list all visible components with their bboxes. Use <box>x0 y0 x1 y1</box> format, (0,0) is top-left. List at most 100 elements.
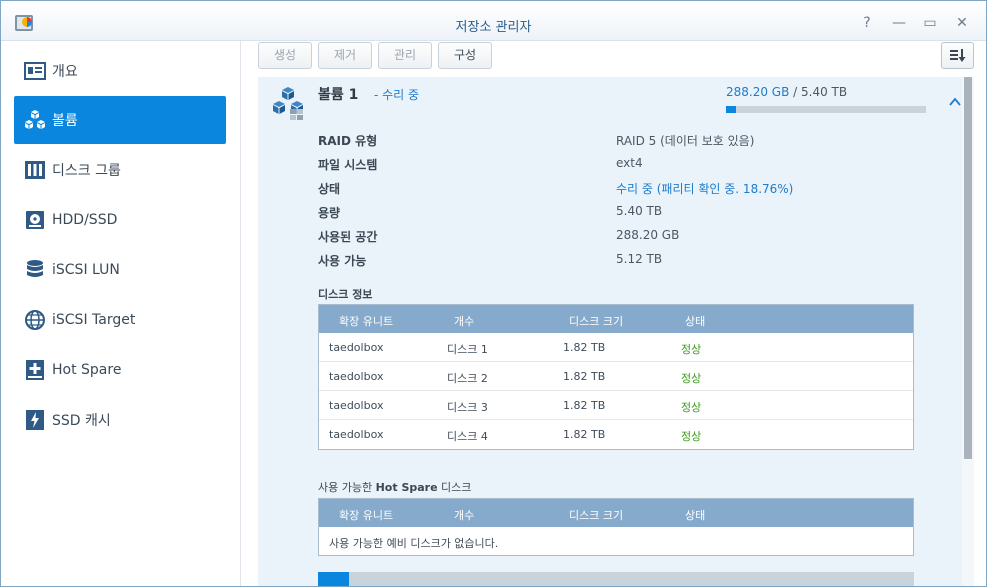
iscsi-target-icon <box>24 309 46 331</box>
volume-icon <box>273 87 303 120</box>
volume-usage-text: 288.20 GB / 5.40 TB <box>726 85 847 99</box>
cell-disk-size: 1.82 TB <box>563 399 606 412</box>
sidebar-item-hot-spare[interactable]: Hot Spare <box>14 346 226 394</box>
cell-expansion-unit: taedolbox <box>329 428 384 441</box>
cell-disk-size: 1.82 TB <box>563 428 606 441</box>
property-label-status: 상태 <box>318 182 341 196</box>
column-header[interactable]: 상태 <box>685 313 705 329</box>
table-row[interactable]: taedolbox 디스크 2 1.82 TB 정상 <box>319 362 913 391</box>
cell-status: 정상 <box>681 372 702 385</box>
minimize-icon[interactable]: — <box>891 15 907 31</box>
column-header[interactable]: 확장 유니트 <box>339 313 393 329</box>
cell-expansion-unit: taedolbox <box>329 399 384 412</box>
cell-disk: 디스크 3 <box>447 401 488 414</box>
configure-button[interactable]: 구성 <box>438 42 492 69</box>
sort-icon <box>950 49 966 62</box>
cell-disk: 디스크 1 <box>447 343 488 356</box>
next-volume-progress-bar <box>318 572 914 586</box>
property-label-used-space: 사용된 공간 <box>318 230 378 244</box>
property-value-available: 5.12 TB <box>616 252 663 266</box>
hot-spare-title-suffix: 디스크 <box>437 481 472 494</box>
maximize-icon[interactable]: ▭ <box>922 15 938 31</box>
help-icon[interactable]: ? <box>859 15 875 31</box>
cell-status: 정상 <box>681 430 702 443</box>
sidebar-item-label: Hot Spare <box>52 362 122 378</box>
ssd-cache-icon <box>24 409 46 431</box>
column-header[interactable]: 개수 <box>454 313 474 329</box>
empty-table-message-row: 사용 가능한 예비 디스크가 없습니다. <box>319 527 913 555</box>
sidebar: 개요 볼륨 디스크 그룹 HDD/SSD iSCSI LUN iSCSI Tar… <box>1 41 241 586</box>
disk-info-table: 확장 유니트 개수 디스크 크기 상태 taedolbox 디스크 1 1.82… <box>318 304 914 450</box>
hot-spare-table: 확장 유니트 개수 디스크 크기 상태 사용 가능한 예비 디스크가 없습니다. <box>318 498 914 556</box>
volume-name: 볼륨 1 <box>318 87 359 103</box>
cell-status: 정상 <box>681 401 702 414</box>
overview-icon <box>24 60 46 82</box>
column-header[interactable]: 확장 유니트 <box>339 507 393 523</box>
close-icon[interactable]: ✕ <box>954 15 970 31</box>
hot-spare-title-prefix: 사용 가능한 <box>318 481 376 494</box>
property-label-available: 사용 가능 <box>318 254 367 268</box>
sidebar-item-label: SSD 캐시 <box>52 413 111 429</box>
volume-total: 5.40 TB <box>801 85 848 99</box>
volume-detail-panel: 볼륨 1 - 수리 중 288.20 GB / 5.40 TB RAID 유형 … <box>258 77 962 586</box>
column-header[interactable]: 상태 <box>685 507 705 523</box>
property-value-capacity: 5.40 TB <box>616 204 663 218</box>
sidebar-item-overview[interactable]: 개요 <box>14 47 226 95</box>
volume-icon <box>24 109 46 131</box>
toolbar: 생성 제거 관리 구성 <box>242 41 986 75</box>
table-row[interactable]: taedolbox 디스크 3 1.82 TB 정상 <box>319 391 913 420</box>
property-value-raid-type: RAID 5 (데이터 보호 있음) <box>616 134 755 148</box>
property-value-status: 수리 중 (패리티 확인 중. 18.76%) <box>616 182 794 196</box>
table-row[interactable]: taedolbox 디스크 1 1.82 TB 정상 <box>319 333 913 362</box>
chevron-up-icon[interactable] <box>948 95 962 109</box>
empty-table-message: 사용 가능한 예비 디스크가 없습니다. <box>329 537 499 550</box>
volume-status: - 수리 중 <box>374 88 420 102</box>
hot-spare-title: 사용 가능한 Hot Spare 디스크 <box>318 479 471 495</box>
next-volume-progress-fill <box>318 572 349 586</box>
sidebar-item-label: 개요 <box>52 64 78 80</box>
sidebar-item-label: iSCSI LUN <box>52 262 120 278</box>
volume-usage-bar <box>726 106 926 113</box>
table-row[interactable]: taedolbox 디스크 4 1.82 TB 정상 <box>319 420 913 449</box>
cell-disk: 디스크 2 <box>447 372 488 385</box>
disk-group-icon <box>24 159 46 181</box>
sidebar-item-label: HDD/SSD <box>52 212 118 228</box>
sidebar-item-label: 디스크 그룹 <box>52 163 121 179</box>
scrollbar-thumb[interactable] <box>964 77 972 459</box>
volume-used: 288.20 GB <box>726 85 790 99</box>
hot-spare-title-bold: Hot Spare <box>375 481 438 494</box>
window-title: 저장소 관리자 <box>455 20 532 35</box>
column-header[interactable]: 디스크 크기 <box>569 507 623 523</box>
sort-button[interactable] <box>941 42 974 69</box>
column-header[interactable]: 디스크 크기 <box>569 313 623 329</box>
usage-separator: / <box>789 85 802 99</box>
sidebar-item-hdd-ssd[interactable]: HDD/SSD <box>14 196 226 244</box>
cell-disk-size: 1.82 TB <box>563 370 606 383</box>
property-label-capacity: 용량 <box>318 206 341 220</box>
table-header: 확장 유니트 개수 디스크 크기 상태 <box>319 499 913 527</box>
cell-expansion-unit: taedolbox <box>329 341 384 354</box>
sidebar-item-volume[interactable]: 볼륨 <box>14 96 226 144</box>
property-value-file-system: ext4 <box>616 156 643 170</box>
sidebar-item-label: 볼륨 <box>52 113 78 129</box>
remove-button[interactable]: 제거 <box>318 42 372 69</box>
cell-disk: 디스크 4 <box>447 430 488 443</box>
sidebar-item-iscsi-lun[interactable]: iSCSI LUN <box>14 246 226 294</box>
property-label-file-system: 파일 시스템 <box>318 158 378 172</box>
property-label-raid-type: RAID 유형 <box>318 134 378 148</box>
sidebar-item-label: iSCSI Target <box>52 312 136 328</box>
create-button[interactable]: 생성 <box>258 42 312 69</box>
cell-expansion-unit: taedolbox <box>329 370 384 383</box>
column-header[interactable]: 개수 <box>454 507 474 523</box>
cell-status: 정상 <box>681 343 702 356</box>
sidebar-item-iscsi-target[interactable]: iSCSI Target <box>14 296 226 344</box>
sidebar-item-disk-group[interactable]: 디스크 그룹 <box>14 146 226 194</box>
manage-button[interactable]: 관리 <box>378 42 432 69</box>
storage-manager-window: 저장소 관리자 ? — ▭ ✕ 개요 볼륨 디스크 그룹 HDD/SSD iSC… <box>0 0 987 587</box>
sidebar-item-ssd-cache[interactable]: SSD 캐시 <box>14 396 226 444</box>
hdd-icon <box>24 209 46 231</box>
hot-spare-icon <box>24 359 46 381</box>
cell-disk-size: 1.82 TB <box>563 341 606 354</box>
volume-usage-fill <box>726 106 737 113</box>
title-bar[interactable]: 저장소 관리자 ? — ▭ ✕ <box>1 1 986 41</box>
